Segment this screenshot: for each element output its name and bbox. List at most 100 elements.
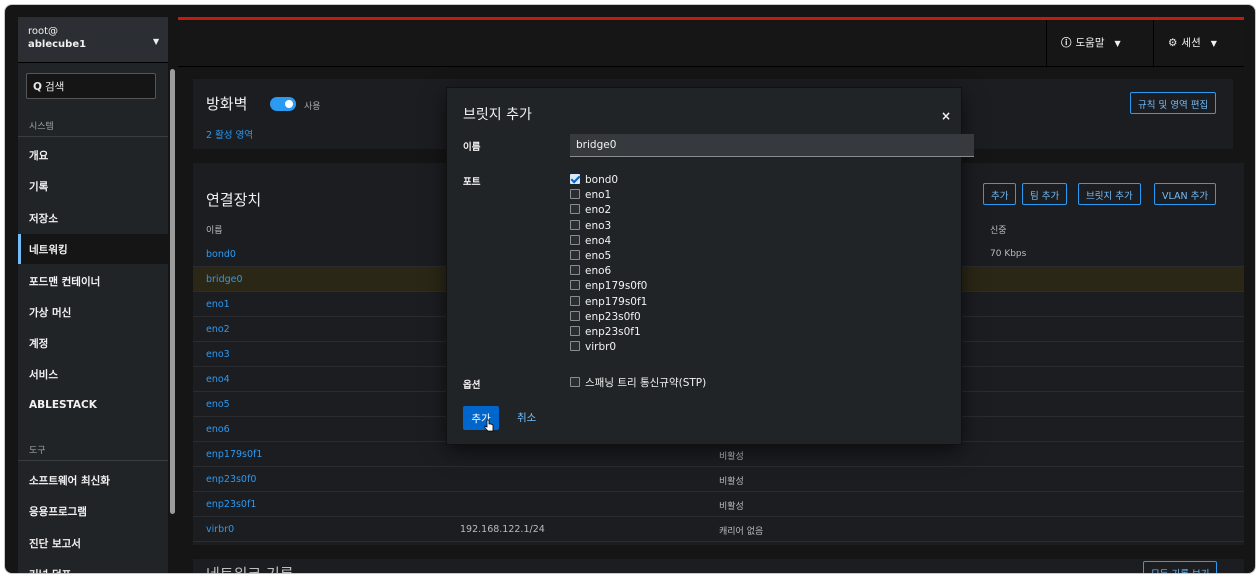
view-all-logs-button[interactable]: 모든 기록 보기	[1143, 561, 1218, 573]
interface-name[interactable]: enp179s0f1	[206, 449, 262, 460]
port-checkbox-eno4[interactable]: eno4	[570, 234, 612, 249]
close-icon[interactable]: ×	[941, 109, 951, 123]
interface-name[interactable]: eno5	[206, 399, 230, 410]
stp-checkbox[interactable]: 스패닝 트리 통신규약(STP)	[570, 377, 706, 391]
table-row[interactable]: enp23s0f1 비활성	[193, 492, 1244, 517]
divider	[18, 136, 168, 137]
active-zones-link[interactable]: 2 활성 영역	[206, 127, 253, 141]
sidebar-item-storage[interactable]: 저장소	[18, 203, 168, 233]
port-label: enp23s0f0	[585, 310, 641, 323]
checkbox-icon	[570, 204, 580, 215]
sidebar-scrollbar[interactable]	[170, 69, 175, 514]
caret-down-icon: ▼	[1114, 39, 1121, 48]
ports-label: 포트	[463, 177, 481, 188]
dialog-title: 브릿지 추가	[463, 107, 532, 123]
interface-status: 비활성	[719, 477, 744, 487]
port-label: enp23s0f1	[585, 326, 641, 338]
host-switcher[interactable]: root@ ablecube1 ▼	[18, 17, 168, 63]
column-header-receiving: 신중	[990, 226, 1007, 236]
add-team-button[interactable]: 팀 추가	[1022, 183, 1068, 205]
options-label: 옵션	[463, 380, 481, 391]
checkbox-icon	[570, 341, 580, 352]
port-label: eno5	[585, 250, 612, 262]
table-row[interactable]: enp179s0f1 비활성	[193, 442, 1244, 467]
port-checkbox-eno2[interactable]: eno2	[570, 204, 611, 218]
port-checkbox-enp23s0f1[interactable]: enp23s0f1	[570, 326, 641, 340]
port-checkbox-bond0[interactable]: bond0	[570, 174, 618, 188]
help-label: 도움말	[1075, 37, 1105, 49]
sidebar-item-kernel-dump[interactable]: 커널 덤프	[18, 559, 168, 573]
checkbox-icon	[570, 326, 580, 336]
cancel-button[interactable]: 취소	[517, 410, 536, 425]
add-bridge-dialog: 브릿지 추가 × 이름 포트 bond0 eno1 eno2 eno3 eno4 eno5…	[447, 88, 974, 444]
port-checkbox-eno3[interactable]: eno3	[570, 219, 612, 234]
interface-name[interactable]: eno4	[206, 374, 230, 385]
cockpit-app: root@ ablecube1 ▼ Q 검색 시스템 개요 기록 저장소 네트워킹…	[18, 17, 1244, 573]
interface-name[interactable]: virbr0	[206, 524, 234, 535]
checkbox-icon	[570, 310, 580, 321]
gear-icon: ⚙	[1168, 37, 1178, 49]
interface-status: 캐리어 없음	[719, 527, 764, 537]
help-icon: ⓘ	[1061, 37, 1072, 49]
sidebar-item-overview[interactable]: 개요	[18, 140, 168, 170]
name-label: 이름	[463, 142, 481, 153]
port-label: eno4	[585, 234, 612, 247]
table-row[interactable]: virbr0 192.168.122.1/24 캐리어 없음	[193, 517, 1244, 542]
sidebar-item-accounts[interactable]: 계정	[18, 328, 168, 358]
add-bridge-button[interactable]: 브릿지 추가	[1078, 183, 1141, 205]
sidebar-item-podman[interactable]: 포드맨 컨테이너	[18, 266, 168, 296]
help-menu-button[interactable]: ⓘ 도움말 ▼	[1046, 20, 1133, 67]
interface-status: 비활성	[719, 452, 744, 462]
sidebar: root@ ablecube1 ▼ Q 검색 시스템 개요 기록 저장소 네트워킹…	[18, 17, 168, 573]
firewall-title: 방화벽	[206, 95, 248, 113]
host-name: ablecube1	[28, 39, 87, 50]
section-tools-label: 도구	[29, 446, 46, 456]
add-bond-button[interactable]: 추가	[983, 183, 1017, 205]
port-label: eno2	[585, 204, 612, 217]
port-checkbox-enp179s0f1[interactable]: enp179s0f1	[570, 295, 647, 310]
port-checkbox-enp23s0f0[interactable]: enp23s0f0	[570, 310, 641, 325]
interfaces-title: 연결장치	[206, 191, 262, 209]
port-label: bond0	[585, 174, 619, 186]
checkbox-icon	[570, 280, 580, 291]
interface-name[interactable]: bridge0	[206, 274, 243, 285]
checkbox-checked-icon	[570, 174, 580, 184]
interface-name[interactable]: eno6	[206, 424, 230, 435]
port-checkbox-eno1[interactable]: eno1	[570, 189, 611, 203]
interface-name[interactable]: bond0	[206, 249, 236, 260]
port-label: eno6	[585, 265, 612, 278]
checkbox-icon	[570, 295, 580, 306]
port-label: eno3	[585, 219, 612, 232]
port-label: virbr0	[585, 341, 617, 354]
search-placeholder: 검색	[44, 81, 65, 93]
sidebar-item-logs[interactable]: 기록	[18, 171, 168, 201]
sidebar-item-vms[interactable]: 가상 머신	[18, 297, 168, 327]
sidebar-item-software-updates[interactable]: 소프트웨어 최신화	[18, 465, 168, 495]
sidebar-item-ablestack[interactable]: ABLESTACK	[18, 391, 168, 421]
port-checkbox-eno6[interactable]: eno6	[570, 265, 611, 279]
session-menu-button[interactable]: ⚙ 세션 ▼	[1153, 20, 1244, 67]
interface-name[interactable]: eno1	[206, 299, 230, 310]
divider	[18, 460, 168, 461]
port-checkbox-enp179s0f0[interactable]: enp179s0f0	[570, 280, 647, 294]
sidebar-item-networking[interactable]: 네트워킹	[18, 234, 168, 264]
interface-ip: 192.168.122.1/24	[460, 524, 545, 535]
sidebar-item-services[interactable]: 서비스	[18, 359, 168, 389]
port-checkbox-eno5[interactable]: eno5	[570, 250, 611, 264]
port-checkbox-virbr0[interactable]: virbr0	[570, 341, 616, 355]
edit-rules-zones-button[interactable]: 규칙 및 영역 편집	[1130, 92, 1217, 114]
checkbox-icon	[570, 265, 580, 276]
port-label: enp179s0f0	[585, 280, 648, 293]
add-vlan-button[interactable]: VLAN 추가	[1154, 183, 1217, 205]
interface-name[interactable]: enp23s0f0	[206, 474, 256, 485]
bridge-name-input[interactable]	[570, 134, 974, 157]
table-row[interactable]: enp23s0f0 비활성	[193, 467, 1244, 492]
firewall-toggle[interactable]	[270, 97, 296, 111]
interface-name[interactable]: eno3	[206, 349, 230, 360]
sidebar-item-diagnostic-reports[interactable]: 진단 보고서	[18, 528, 168, 558]
interface-name[interactable]: enp23s0f1	[206, 499, 256, 510]
interface-name[interactable]: eno2	[206, 324, 230, 335]
interface-status: 비활성	[719, 502, 744, 512]
sidebar-item-applications[interactable]: 응용프로그램	[18, 496, 168, 526]
search-input[interactable]: Q 검색	[26, 73, 156, 99]
